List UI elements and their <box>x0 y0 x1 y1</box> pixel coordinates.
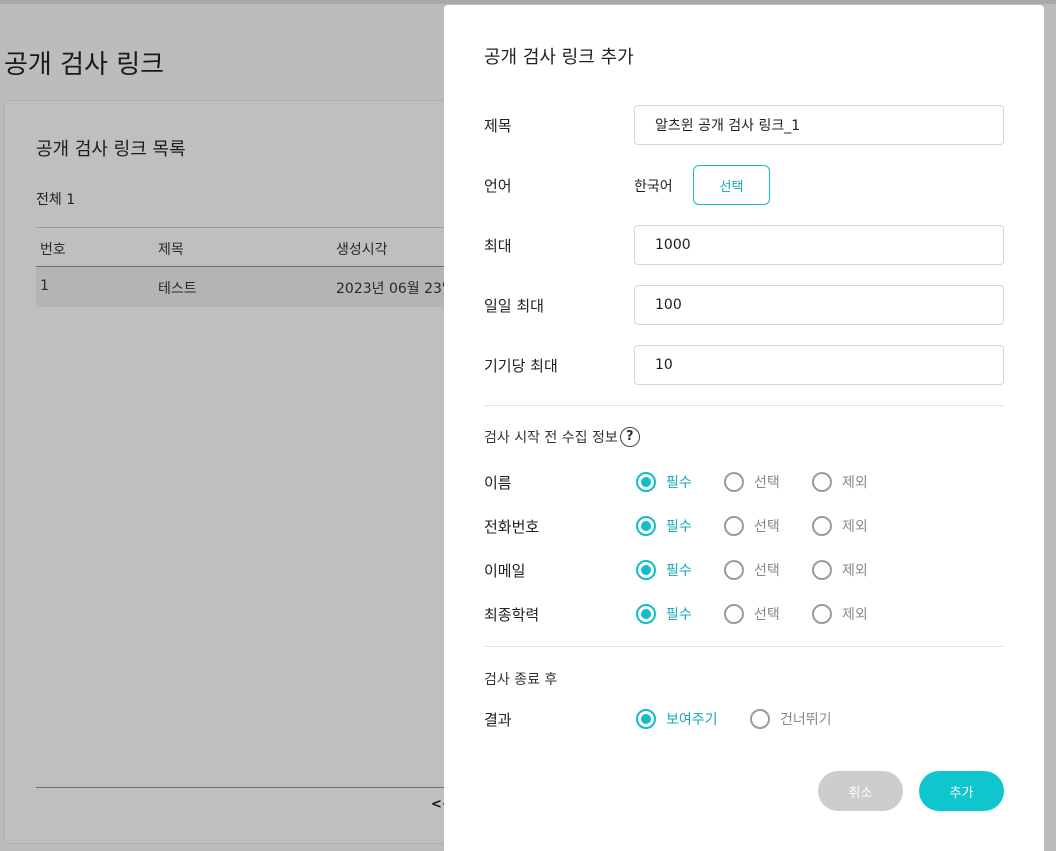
radio-empty-icon <box>724 516 744 536</box>
collect-row-phone: 전화번호 필수 선택 제외 <box>484 514 1004 538</box>
collect-label: 최종학력 <box>484 606 540 624</box>
total-count: 전체 1 <box>36 192 76 208</box>
radio-label: 선택 <box>754 475 780 491</box>
collect-label: 이메일 <box>484 562 526 580</box>
daily-max-input[interactable] <box>634 285 1004 325</box>
table-header: 번호 제목 생성시각 <box>36 227 466 267</box>
help-icon[interactable]: ? <box>619 427 640 447</box>
collect-row-name: 이름 필수 선택 제외 <box>484 470 1004 494</box>
result-row: 결과 보여주기 건너뛰기 <box>484 707 1004 731</box>
radio-selected-icon <box>636 604 656 624</box>
per-device-max-row: 기기당 최대 <box>484 345 1004 385</box>
language-select-button[interactable]: 선택 <box>693 165 770 205</box>
radio-empty-icon <box>724 604 744 624</box>
collect-row-email: 이메일 필수 선택 제외 <box>484 558 1004 582</box>
radio-exclude[interactable]: 제외 <box>812 558 868 582</box>
per-device-max-input[interactable] <box>634 345 1004 385</box>
after-section-title: 검사 종료 후 <box>484 672 558 688</box>
radio-empty-icon <box>724 560 744 580</box>
radio-empty-icon <box>812 604 832 624</box>
radio-skip-result[interactable]: 건너뛰기 <box>750 707 832 731</box>
radio-required[interactable]: 필수 <box>636 602 692 626</box>
radio-selected-icon <box>636 516 656 536</box>
language-label: 언어 <box>484 177 512 195</box>
modal-title: 공개 검사 링크 추가 <box>484 47 634 68</box>
radio-empty-icon <box>812 472 832 492</box>
radio-required[interactable]: 필수 <box>636 470 692 494</box>
radio-label: 필수 <box>666 475 692 491</box>
add-link-modal: 공개 검사 링크 추가 제목 언어 한국어 선택 최대 일일 최대 기기당 최대… <box>444 5 1044 851</box>
radio-optional[interactable]: 선택 <box>724 470 780 494</box>
radio-label: 제외 <box>842 519 868 535</box>
section-divider <box>484 646 1004 647</box>
table-footer-divider <box>36 787 466 788</box>
card-title: 공개 검사 링크 목록 <box>36 139 186 160</box>
column-header-title: 제목 <box>158 242 184 258</box>
add-button[interactable]: 추가 <box>919 771 1004 811</box>
max-label: 최대 <box>484 237 512 255</box>
link-list-card: 공개 검사 링크 목록 전체 1 번호 제목 생성시각 1 테스트 2023년 … <box>4 100 466 844</box>
column-header-created: 생성시각 <box>336 242 388 258</box>
max-row: 최대 <box>484 225 1004 265</box>
radio-label: 제외 <box>842 563 868 579</box>
radio-exclude[interactable]: 제외 <box>812 602 868 626</box>
daily-max-label: 일일 최대 <box>484 297 544 315</box>
radio-required[interactable]: 필수 <box>636 558 692 582</box>
language-value: 한국어 <box>634 179 673 195</box>
link-table: 번호 제목 생성시각 1 테스트 2023년 06월 23일 <box>36 227 466 307</box>
title-input[interactable] <box>634 105 1004 145</box>
title-row: 제목 <box>484 105 1004 145</box>
collect-row-education: 최종학력 필수 선택 제외 <box>484 602 1004 626</box>
collect-label: 이름 <box>484 474 512 492</box>
radio-selected-icon <box>636 560 656 580</box>
radio-selected-icon <box>636 472 656 492</box>
radio-selected-icon <box>636 709 656 729</box>
radio-label: 선택 <box>754 519 780 535</box>
collect-section-label: 검사 시작 전 수집 정보 <box>484 430 618 446</box>
title-label: 제목 <box>484 117 512 135</box>
max-input[interactable] <box>634 225 1004 265</box>
radio-empty-icon <box>724 472 744 492</box>
page-title: 공개 검사 링크 <box>4 50 165 80</box>
radio-show-result[interactable]: 보여주기 <box>636 707 718 731</box>
radio-exclude[interactable]: 제외 <box>812 470 868 494</box>
radio-label: 제외 <box>842 475 868 491</box>
radio-label: 선택 <box>754 563 780 579</box>
cell-number: 1 <box>40 278 49 294</box>
daily-max-row: 일일 최대 <box>484 285 1004 325</box>
language-row: 언어 한국어 선택 <box>484 165 1004 205</box>
radio-label: 보여주기 <box>666 712 718 728</box>
radio-empty-icon <box>812 560 832 580</box>
radio-label: 필수 <box>666 607 692 623</box>
top-bar <box>0 0 1056 4</box>
radio-empty-icon <box>750 709 770 729</box>
result-label: 결과 <box>484 711 512 729</box>
radio-label: 필수 <box>666 519 692 535</box>
radio-exclude[interactable]: 제외 <box>812 514 868 538</box>
column-header-number: 번호 <box>40 242 66 258</box>
radio-optional[interactable]: 선택 <box>724 514 780 538</box>
radio-label: 필수 <box>666 563 692 579</box>
cell-created: 2023년 06월 23일 <box>336 281 455 297</box>
collect-label: 전화번호 <box>484 518 540 536</box>
radio-required[interactable]: 필수 <box>636 514 692 538</box>
radio-optional[interactable]: 선택 <box>724 558 780 582</box>
per-device-max-label: 기기당 최대 <box>484 357 558 375</box>
radio-label: 제외 <box>842 607 868 623</box>
section-divider <box>484 405 1004 406</box>
radio-label: 선택 <box>754 607 780 623</box>
radio-optional[interactable]: 선택 <box>724 602 780 626</box>
cancel-button[interactable]: 취소 <box>818 771 903 811</box>
radio-empty-icon <box>812 516 832 536</box>
cell-title: 테스트 <box>158 281 197 297</box>
table-row[interactable]: 1 테스트 2023년 06월 23일 <box>36 267 466 307</box>
radio-label: 건너뛰기 <box>780 712 832 728</box>
collect-section-title: 검사 시작 전 수집 정보 ? <box>484 427 640 447</box>
